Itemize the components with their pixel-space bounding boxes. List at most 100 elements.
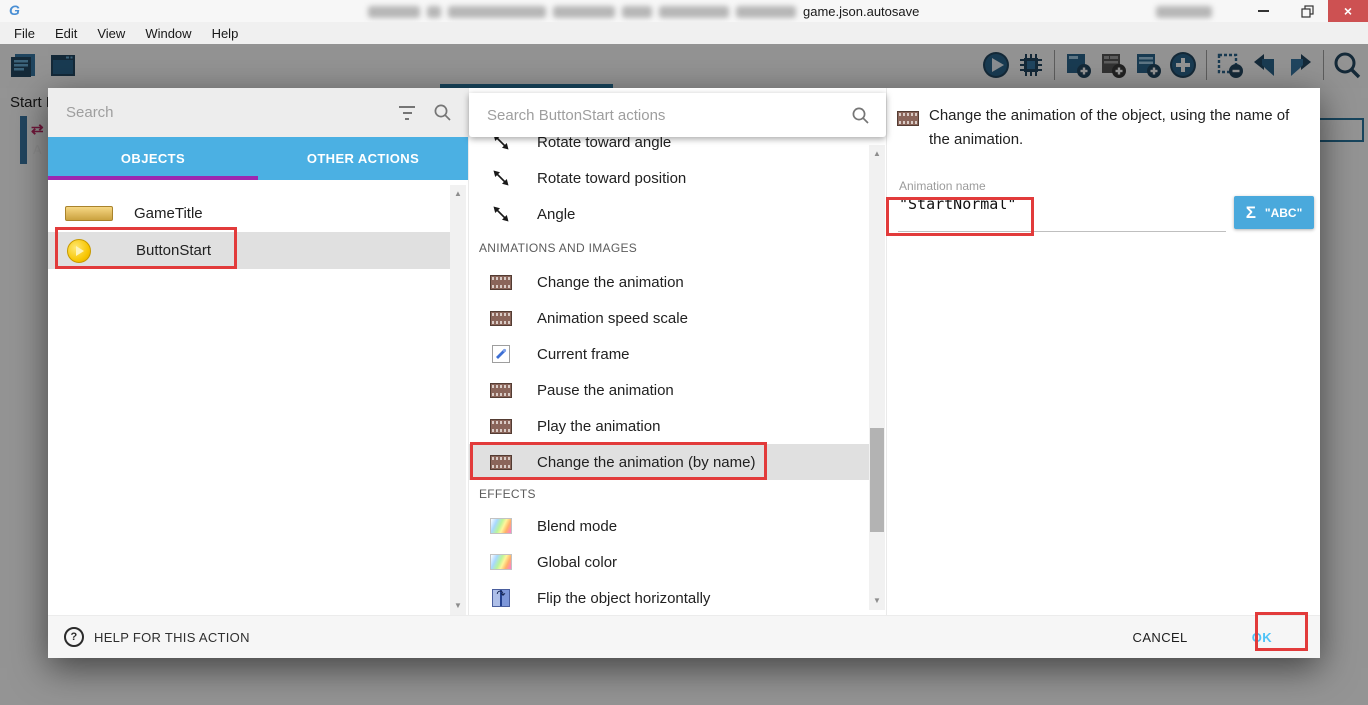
help-for-this-action-link[interactable]: ? HELP FOR THIS ACTION [64,627,250,647]
gdevelop-logo-icon: G [9,2,20,18]
rainbow-color-icon [490,518,512,534]
minimize-icon [1258,10,1269,12]
window-title: game.json.autosave [368,4,1212,19]
action-label: Rotate toward position [537,170,686,187]
redacted-title-segment [427,6,441,18]
action-description-text: Change the animation of the object, usin… [929,104,1301,152]
rotate-arrows-icon [491,204,511,224]
scroll-down-icon[interactable]: ▼ [869,594,885,608]
section-header: ANIMATIONS AND IMAGES [469,234,869,262]
action-row[interactable]: Play the animation [469,408,869,444]
action-row[interactable]: Blend mode [469,508,869,544]
film-strip-icon [897,111,919,126]
minimize-button[interactable] [1242,0,1284,22]
action-detail-panel: Change the animation of the object, usin… [886,88,1320,615]
play-button-thumbnail-icon [67,239,91,263]
redacted-title-segment [1156,6,1212,18]
section-header: EFFECTS [469,480,869,508]
action-row[interactable]: Animation speed scale [469,300,869,336]
tab-objects[interactable]: OBJECTS [48,137,258,180]
action-description: Change the animation of the object, usin… [897,104,1311,152]
action-label: Global color [537,554,617,571]
close-button[interactable]: × [1328,0,1368,22]
action-label: Flip the object horizontally [537,590,710,607]
title-bar: G game.json.autosave × [0,0,1368,23]
frame-paint-icon [492,345,510,363]
tab-other-actions[interactable]: OTHER ACTIONS [258,137,468,180]
menu-view[interactable]: View [87,26,135,41]
rotate-arrows-icon [491,168,511,188]
field-underline [898,231,1226,232]
action-row[interactable]: ↷ Flip the object horizontally [469,580,869,616]
sigma-icon: Σ [1246,203,1256,223]
action-row[interactable]: Global color [469,544,869,580]
film-strip-icon [490,383,512,398]
film-strip-icon [490,419,512,434]
redacted-title-segment [736,6,796,18]
redacted-title-segment [448,6,546,18]
list-item-gametitle[interactable]: GameTitle [48,195,450,232]
restore-icon [1301,5,1314,18]
expression-builder-button[interactable]: Σ "ABC" [1234,196,1314,229]
action-row-selected[interactable]: Change the animation (by name) [469,444,869,480]
action-label: Change the animation [537,274,684,291]
game-title-thumbnail-icon [65,206,113,221]
film-strip-icon [490,311,512,326]
menu-help[interactable]: Help [202,26,249,41]
scroll-up-icon[interactable]: ▲ [450,187,466,201]
action-row[interactable]: Change the animation [469,264,869,300]
filter-icon[interactable] [399,106,415,120]
objects-search-bar [48,88,468,137]
action-label: Animation speed scale [537,310,688,327]
scroll-down-icon[interactable]: ▼ [450,599,466,613]
redacted-title-segment [553,6,615,18]
film-strip-icon [490,455,512,470]
question-mark-icon: ? [64,627,84,647]
redacted-title-segment [622,6,652,18]
menu-window[interactable]: Window [135,26,201,41]
flip-horizontal-icon: ↷ [492,589,510,607]
actions-scrollbar[interactable]: ▲ ▼ [869,145,885,610]
redacted-title-segment [368,6,420,18]
scroll-up-icon[interactable]: ▲ [869,147,885,161]
actions-search-input[interactable] [485,106,841,125]
actions-panel: Rotate toward angle Rotate toward positi… [468,88,886,615]
objects-panel: OBJECTS OTHER ACTIONS GameTitle ButtonSt… [48,88,468,615]
window-title-text: game.json.autosave [803,4,919,19]
active-tab-indicator [48,176,258,180]
action-label: Current frame [537,346,630,363]
list-item-buttonstart[interactable]: ButtonStart [48,232,450,269]
menu-bar: File Edit View Window Help [0,22,1368,44]
search-icon [851,106,870,125]
objects-search-input[interactable] [64,103,385,122]
animation-name-label: Animation name [899,179,986,193]
expression-button-label: "ABC" [1265,206,1302,220]
restore-button[interactable] [1286,0,1328,22]
scrollbar-thumb[interactable] [870,428,884,532]
help-label: HELP FOR THIS ACTION [94,630,250,645]
action-label: Pause the animation [537,382,674,399]
objects-scrollbar[interactable]: ▲ ▼ [450,185,466,615]
instruction-editor-dialog: OBJECTS OTHER ACTIONS GameTitle ButtonSt… [48,88,1320,658]
search-icon [433,103,452,122]
object-label: ButtonStart [136,242,211,259]
cancel-button[interactable]: CANCEL [1127,629,1194,646]
close-icon: × [1344,3,1352,19]
ok-button[interactable]: OK [1246,629,1278,646]
action-row[interactable]: Rotate toward position [469,160,869,196]
animation-name-value[interactable]: "StartNormal" [899,195,1016,213]
menu-file[interactable]: File [4,26,45,41]
action-row[interactable]: Angle [469,196,869,232]
actions-search-bar [469,93,886,137]
object-panel-tabs: OBJECTS OTHER ACTIONS [48,137,468,180]
film-strip-icon [490,275,512,290]
action-label: Blend mode [537,518,617,535]
action-row[interactable]: Pause the animation [469,372,869,408]
dialog-footer: ? HELP FOR THIS ACTION CANCEL OK [48,615,1320,658]
object-label: GameTitle [134,205,203,222]
action-label: Play the animation [537,418,660,435]
action-label: Change the animation (by name) [537,454,755,471]
menu-edit[interactable]: Edit [45,26,87,41]
action-row[interactable]: Current frame [469,336,869,372]
action-label: Angle [537,206,575,223]
